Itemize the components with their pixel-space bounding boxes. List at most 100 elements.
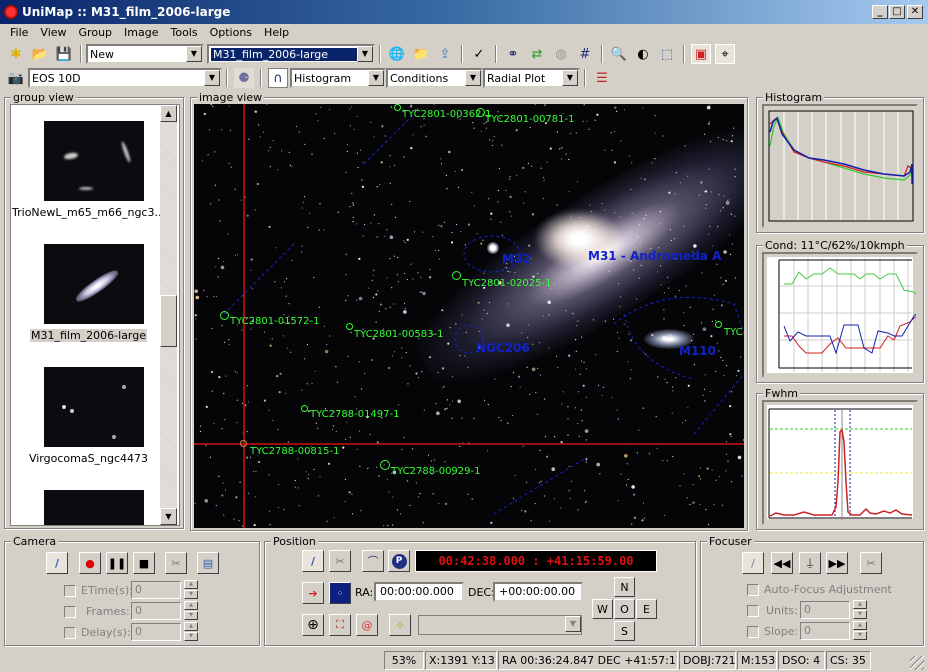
star-label[interactable]: TYC2801-01572-1	[230, 316, 320, 327]
south-button[interactable]: S	[614, 621, 635, 641]
upload-folder-icon[interactable]: 📁	[411, 44, 431, 64]
focuser-connect-button[interactable]: /	[742, 552, 764, 574]
camera-connect-button[interactable]: /	[46, 552, 68, 574]
open-folder-icon[interactable]: 📂	[30, 44, 50, 64]
delay-checkbox[interactable]	[64, 627, 76, 639]
chevron-down-icon[interactable]: ▼	[562, 70, 578, 86]
export-icon[interactable]: ⇪	[435, 44, 455, 64]
focus-in-button[interactable]: ◀◀	[771, 552, 793, 574]
focus-out-button[interactable]: ▶▶	[826, 552, 848, 574]
record-button[interactable]: ●	[79, 552, 101, 574]
spin-up-icon[interactable]: ▲	[184, 622, 198, 631]
west-button[interactable]: W	[592, 599, 613, 619]
thumbnail-caption[interactable]: TrioNewL_m65_m66_ngc3...	[11, 206, 166, 219]
slope-input[interactable]: 0	[800, 622, 850, 640]
goto-button[interactable]: ➔	[302, 582, 324, 604]
chevron-down-icon[interactable]: ▼	[204, 70, 220, 86]
focus-stop-button[interactable]: ⍊	[799, 552, 821, 574]
north-button[interactable]: N	[614, 577, 635, 597]
globe-icon[interactable]: ◍	[551, 44, 571, 64]
thumbnail-scrollbar[interactable]: ▲ ▼	[160, 105, 177, 525]
contrast-icon[interactable]: ◐	[633, 44, 653, 64]
close-button[interactable]: ✕	[907, 5, 923, 19]
graph-icon[interactable]: ∩	[268, 68, 288, 88]
spin-down-icon[interactable]: ▼	[184, 632, 198, 641]
target-button[interactable]: ⊕	[302, 614, 324, 636]
ra-input[interactable]: 00:00:00.000	[374, 582, 464, 602]
spin-up-icon[interactable]: ▲	[853, 621, 867, 630]
spin-up-icon[interactable]: ▲	[184, 580, 198, 589]
star-label[interactable]: TYC2801-00781-1	[485, 114, 575, 125]
chevron-down-icon[interactable]: ▼	[465, 70, 481, 86]
graph3-select[interactable]: Radial Plot ▼	[483, 68, 580, 88]
chevron-down-icon[interactable]: ▼	[565, 616, 581, 632]
device-connect-icon[interactable]: ⚈	[234, 68, 254, 88]
grid-icon[interactable]: #	[575, 44, 595, 64]
star-label[interactable]: TYC	[724, 327, 743, 338]
menu-help[interactable]: Help	[258, 24, 295, 42]
dso-label[interactable]: NGC206	[476, 341, 530, 355]
new-group-icon[interactable]: ✱	[6, 44, 26, 64]
camera-icon[interactable]: 📷	[6, 68, 26, 88]
overlay-icon[interactable]: ▣	[691, 44, 711, 64]
dso-label[interactable]: M32	[502, 252, 531, 266]
chevron-down-icon[interactable]: ▼	[368, 70, 384, 86]
sky-image[interactable]: TYC2801-00362-1 TYC2801-00781-1 TYC2801-…	[194, 104, 744, 528]
save-icon[interactable]: 💾	[54, 44, 74, 64]
image-select[interactable]: M31_film_2006-large ▼	[207, 44, 375, 64]
star-marker[interactable]	[220, 311, 229, 320]
star-marker[interactable]	[452, 271, 461, 280]
web-search-icon[interactable]: 🌐	[387, 44, 407, 64]
checklist-icon[interactable]: ☰	[592, 68, 612, 88]
telescope-icon[interactable]: ⌖	[715, 44, 735, 64]
menu-options[interactable]: Options	[204, 24, 258, 42]
track-button[interactable]: ⛶	[329, 614, 351, 636]
graph2-select[interactable]: Conditions ▼	[386, 68, 483, 88]
units-input[interactable]: 0	[800, 601, 850, 619]
star-label[interactable]: TYC2788-01497-1	[310, 409, 400, 420]
spin-down-icon[interactable]: ▼	[853, 631, 867, 640]
group-select[interactable]: New ▼	[86, 44, 204, 64]
spin-up-icon[interactable]: ▲	[853, 600, 867, 609]
graph1-select[interactable]: Histogram ▼	[290, 68, 386, 88]
checkmark-icon[interactable]: ✓	[469, 44, 489, 64]
delay-input[interactable]: 0	[131, 623, 181, 641]
telescope-settings-button[interactable]: ✂	[329, 550, 351, 572]
stop-slew-button[interactable]: O	[614, 599, 635, 619]
slope-checkbox[interactable]	[747, 626, 759, 638]
star-label[interactable]: TYC2788-00815-1	[250, 446, 340, 457]
telescope-connect-button[interactable]: /	[302, 550, 324, 572]
thumbnail-caption-selected[interactable]: M31_film_2006-large	[11, 329, 166, 342]
units-checkbox[interactable]	[747, 605, 759, 617]
star-marker[interactable]	[394, 104, 401, 111]
menu-group[interactable]: Group	[73, 24, 119, 42]
star-marker[interactable]	[240, 440, 247, 447]
dso-label[interactable]: M110	[679, 344, 716, 358]
spiral-search-button[interactable]: @	[356, 614, 378, 636]
spin-up-icon[interactable]: ▲	[184, 601, 198, 610]
star-marker[interactable]	[346, 323, 353, 330]
chevron-down-icon[interactable]: ▼	[186, 46, 202, 62]
star-label[interactable]: TYC2801-02025-1	[462, 278, 552, 289]
frames-input[interactable]: 0	[131, 602, 181, 620]
star-label[interactable]: TYC2801-00583-1	[354, 329, 444, 340]
scroll-down-button[interactable]: ▼	[160, 508, 177, 525]
spin-down-icon[interactable]: ▼	[853, 610, 867, 619]
stop-button[interactable]: ■	[133, 552, 155, 574]
spin-down-icon[interactable]: ▼	[184, 590, 198, 599]
focuser-settings-button[interactable]: ✂	[860, 552, 882, 574]
dso-label[interactable]: M31 - Andromeda A	[588, 249, 721, 263]
thumbnail-list[interactable]: TrioNewL_m65_m66_ngc3... M31_film_2006-l…	[10, 104, 180, 526]
etime-input[interactable]: 0	[131, 581, 181, 599]
camera-select[interactable]: EOS 10D ▼	[28, 68, 222, 88]
frames-checkbox[interactable]	[64, 606, 76, 618]
minimize-button[interactable]: _	[872, 5, 888, 19]
dec-input[interactable]: +00:00:00.00	[493, 582, 583, 602]
selection-icon[interactable]: ⬚	[657, 44, 677, 64]
film-button[interactable]: ▤	[197, 552, 219, 574]
autofocus-checkbox[interactable]	[747, 584, 759, 596]
camera-settings-button[interactable]: ✂	[165, 552, 187, 574]
etime-checkbox[interactable]	[64, 585, 76, 597]
star-marker[interactable]	[301, 405, 308, 412]
object-list-button[interactable]: ✧	[389, 614, 411, 636]
